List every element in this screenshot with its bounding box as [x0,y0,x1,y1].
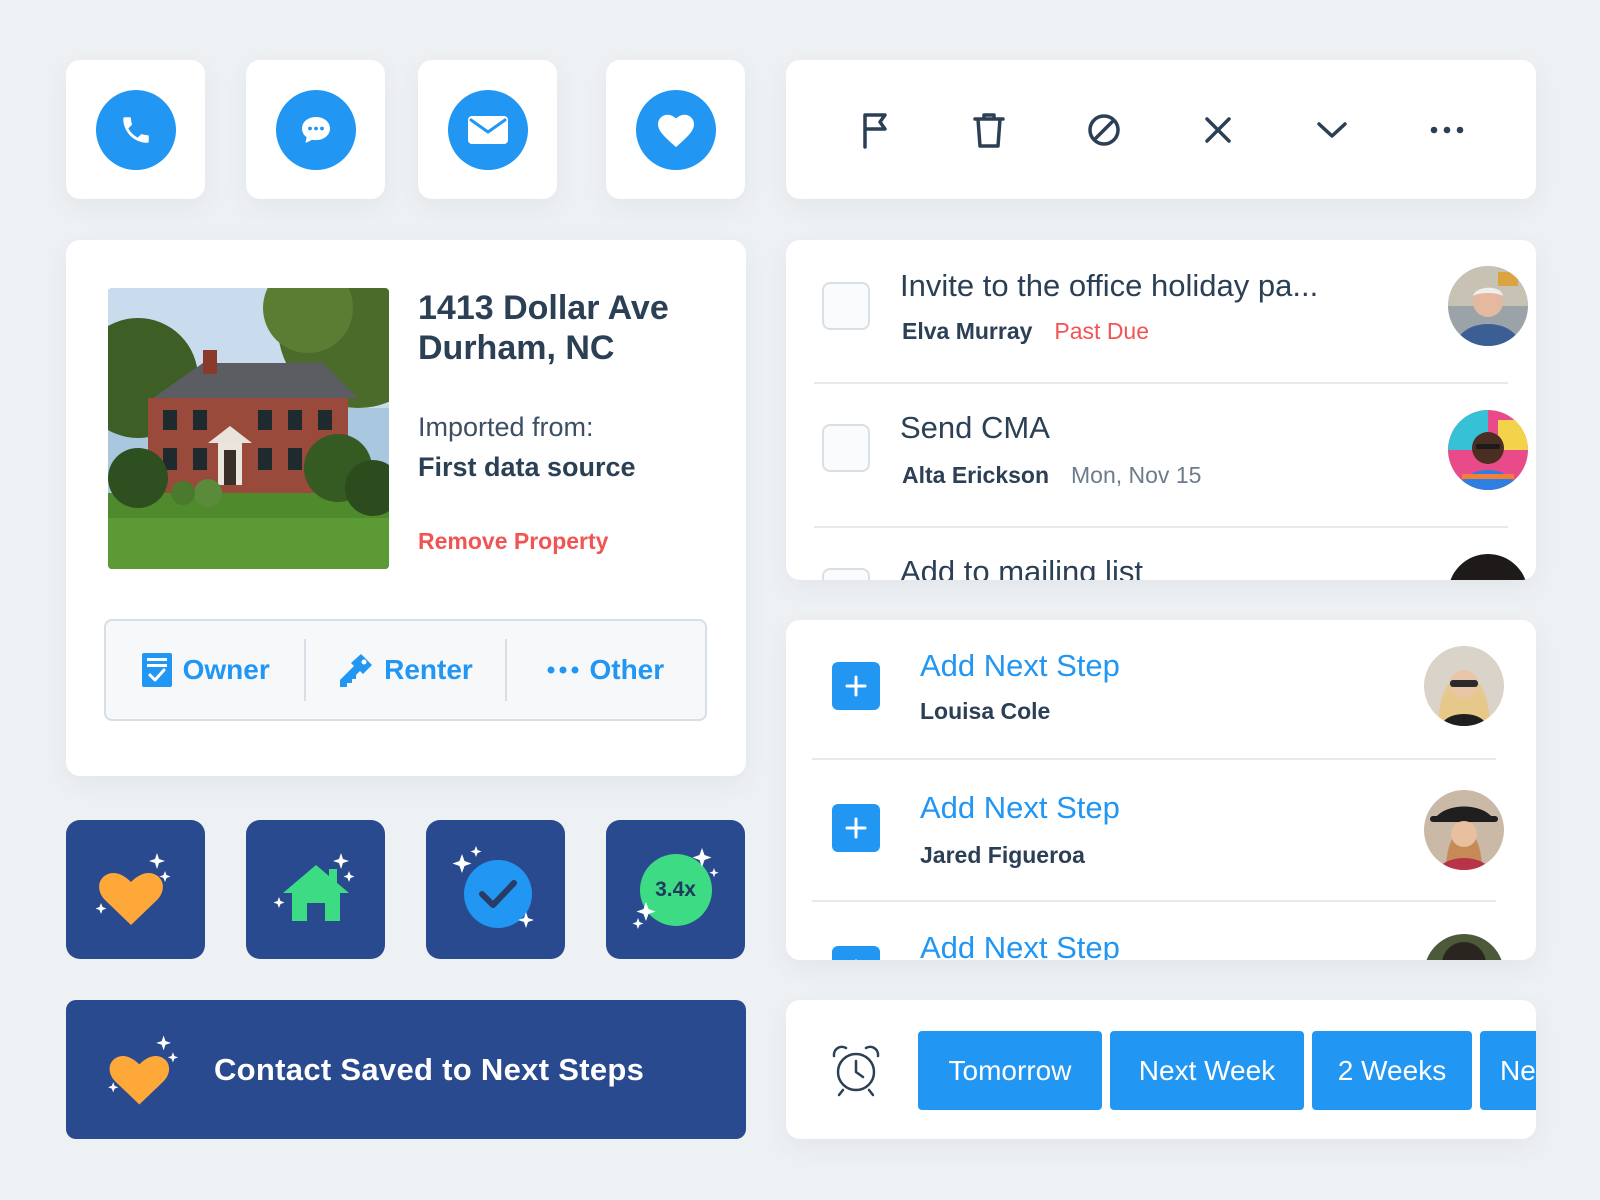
trash-icon[interactable] [967,108,1011,152]
message-button[interactable] [275,89,356,170]
message-tile [246,60,385,199]
task-status: Past Due [1054,318,1150,344]
close-icon[interactable] [1196,108,1240,152]
task-title: Invite to the office holiday pa... [900,268,1319,303]
flag-icon[interactable] [853,108,897,152]
property-card: 1413 Dollar Ave Durham, NC Imported from… [66,240,746,776]
task-person: Elva Murray [902,318,1033,344]
more-icon[interactable] [1425,108,1469,152]
snooze-2-weeks-button[interactable]: 2 Weeks [1312,1031,1472,1110]
heart-icon [657,114,694,147]
home-badge [246,820,385,959]
property-photo [108,288,389,569]
task-title: Add to mailing list [900,554,1143,580]
snooze-next-week-button[interactable]: Next Week [1110,1031,1304,1110]
task-person: Alta Erickson [902,462,1049,488]
add-next-step-button[interactable] [832,662,880,710]
remove-property-link[interactable]: Remove Property [418,528,608,555]
call-button[interactable] [95,89,176,170]
avatar [1448,410,1528,490]
alarm-clock-icon [828,1042,884,1103]
role-other-button[interactable]: Other [507,621,705,719]
next-step-title[interactable]: Add Next Step [920,648,1120,684]
email-button[interactable] [447,89,528,170]
saved-banner: Contact Saved to Next Steps [66,1000,746,1139]
snooze-tomorrow-button[interactable]: Tomorrow [918,1031,1102,1110]
plus-icon [845,817,867,839]
address-line-2: Durham, NC [418,329,615,367]
next-step-person: Jared Figueroa [920,842,1085,868]
task-row[interactable]: Invite to the office holiday pa... Elva … [814,240,1528,384]
imported-label: Imported from: [418,412,594,442]
task-meta: Elva Murray Past Due [902,318,1149,345]
role-other-label: Other [589,654,665,685]
role-renter-button[interactable]: Renter [306,621,504,719]
next-steps-list: Add Next Step Louisa Cole Add Next Step … [786,620,1536,960]
divider [812,758,1496,760]
task-title: Send CMA [900,410,1050,445]
divider [812,900,1496,902]
key-icon [340,654,373,687]
block-icon[interactable] [1082,108,1126,152]
avatar [1424,934,1504,960]
favorite-button[interactable] [635,89,716,170]
plus-icon [845,675,867,697]
email-tile [418,60,557,199]
next-step-person: Louisa Cole [920,698,1051,724]
snooze-more-button[interactable]: Ne [1480,1031,1536,1110]
envelope-icon [467,115,508,144]
multiplier-badge: 3.4x [606,820,745,959]
task-row[interactable]: Add to mailing list [814,528,1528,580]
data-source-name: First data source [418,452,636,482]
sparkle-check-icon [452,845,534,928]
add-next-step-button[interactable] [832,946,880,960]
snooze-bar: Tomorrow Next Week 2 Weeks Ne [786,1000,1536,1139]
avatar [1424,646,1504,726]
task-checkbox[interactable] [822,568,870,580]
task-due-date: Mon, Nov 15 [1071,462,1202,488]
favorite-tile [606,60,745,199]
sparkle-heart-icon [108,1034,179,1105]
avatar [1424,790,1504,870]
sparkle-heart-icon [95,852,170,925]
call-tile [66,60,205,199]
chevron-down-icon[interactable] [1310,108,1354,152]
saved-message: Contact Saved to Next Steps [214,1051,645,1087]
avatar [1448,266,1528,346]
toolbar [786,60,1536,199]
role-owner-button[interactable]: Owner [106,621,304,719]
property-address: 1413 Dollar Ave Durham, NC [418,288,669,368]
favorite-badge [66,820,205,959]
more-icon [547,666,579,674]
add-next-step-button[interactable] [832,804,880,852]
address-line-1: 1413 Dollar Ave [418,289,669,327]
next-step-title[interactable]: Add Next Step [920,930,1120,960]
sparkle-home-icon [273,852,354,921]
role-selector: Owner Renter Other [104,619,707,721]
role-renter-label: Renter [384,654,473,685]
task-checkbox[interactable] [822,282,870,330]
next-step-title[interactable]: Add Next Step [920,790,1120,826]
plus-icon [854,959,858,960]
task-checkbox[interactable] [822,424,870,472]
chat-bubble-icon [301,116,330,143]
task-meta: Alta Erickson Mon, Nov 15 [902,462,1201,489]
document-check-icon [141,653,172,687]
avatar [1448,554,1528,580]
verified-badge [426,820,565,959]
role-owner-label: Owner [182,654,270,685]
phone-icon [122,116,149,143]
multiplier-value: 3.4x [655,877,696,901]
task-row[interactable]: Send CMA Alta Erickson Mon, Nov 15 [814,384,1528,528]
task-list: Invite to the office holiday pa... Elva … [786,240,1536,580]
